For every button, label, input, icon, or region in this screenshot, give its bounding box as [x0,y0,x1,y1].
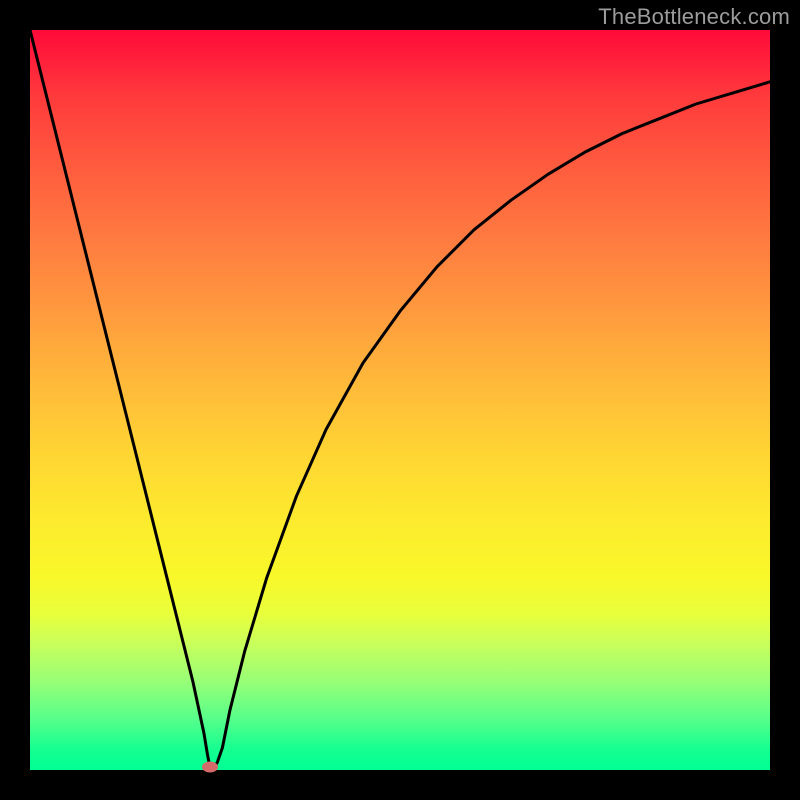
bottleneck-curve [30,30,770,768]
optimal-point-marker [202,762,218,773]
chart-frame: TheBottleneck.com [0,0,800,800]
curve-svg [30,30,770,770]
watermark-text: TheBottleneck.com [598,4,790,30]
plot-area [30,30,770,770]
